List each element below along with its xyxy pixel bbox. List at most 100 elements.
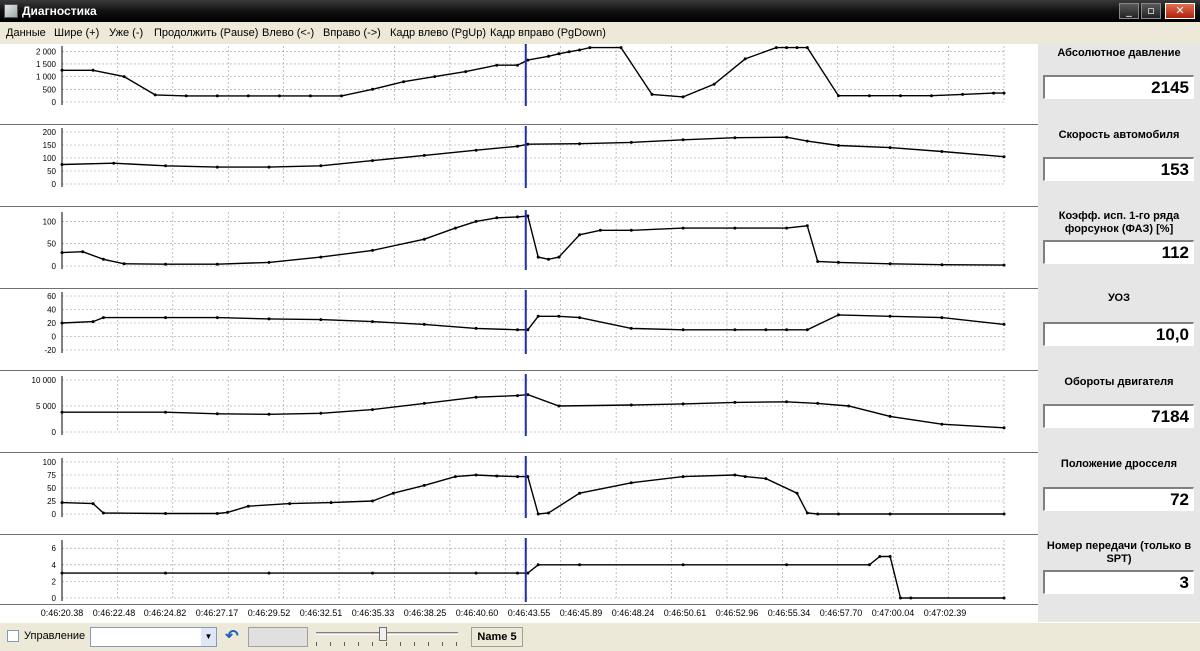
data-point [629,326,633,330]
time-tick-label: 0:46:55.34 [767,608,811,618]
data-point [878,555,882,558]
data-point [805,46,809,50]
series-line [61,474,1004,515]
data-point [60,163,64,166]
time-tick-label: 0:46:20.38 [40,608,84,618]
y-tick-label: 25 [47,497,56,506]
data-point [816,512,820,516]
data-point [681,328,685,332]
menu-continue-pause[interactable]: Продолжить (Pause) [154,27,258,39]
y-tick-label: 4 [52,561,57,570]
data-point [516,475,519,479]
data-point [805,224,809,228]
panel-title-speed: Скорость автомобиля [1058,129,1180,141]
data-point [60,68,64,72]
data-point [578,316,582,320]
maximize-button[interactable]: ▫ [1141,3,1161,19]
data-point [246,504,250,508]
y-tick-label: 100 [43,458,57,467]
data-point [888,146,892,150]
charts-svg[interactable]: 05001 0001 5002 000050100150200050100-20… [0,44,1038,622]
title-bar[interactable]: Диагностика _ ▫ ✕ [0,0,1200,22]
data-point [1002,596,1006,600]
data-point [888,414,892,418]
data-point [453,475,457,479]
y-tick-label: 150 [43,141,57,150]
data-point [547,54,550,58]
data-point [267,165,271,169]
data-point [516,571,519,575]
menu-wider[interactable]: Шире (+) [54,27,99,39]
data-point [836,94,840,98]
data-point [60,571,64,575]
data-point [495,216,499,220]
data-point [402,80,406,84]
data-point [1002,512,1006,516]
data-point [578,491,582,495]
menu-frame-left[interactable]: Кадр влево (PgUp) [390,27,486,39]
data-point [164,164,167,168]
time-tick-label: 0:46:27.17 [195,608,239,618]
panel-value-gear: 3 [1043,570,1194,594]
data-point [743,57,747,61]
y-tick-label: 50 [47,484,56,493]
slider-thumb[interactable] [379,627,387,641]
data-point [940,150,944,153]
data-point [433,75,437,79]
data-point [60,410,64,414]
y-tick-label: 10 000 [32,376,57,385]
panel-title-rpm: Обороты двигателя [1064,376,1174,388]
panel-title-gear: Номер передачи (только в SPT) [1046,540,1192,565]
position-slider[interactable] [316,627,458,647]
data-point [215,316,219,320]
time-tick-label: 0:46:48.24 [611,608,655,618]
menu-left[interactable]: Влево (<-) [262,27,314,39]
undo-arrow-icon[interactable]: ↶ [222,627,242,647]
channel-combo[interactable]: ▼ [90,627,217,647]
y-tick-label: 0 [52,428,57,437]
data-point [785,46,789,50]
data-point [464,70,468,74]
menu-narrower[interactable]: Уже (-) [109,27,143,39]
slider-track[interactable] [316,632,458,635]
minimize-button[interactable]: _ [1119,3,1139,19]
panel-value-injector-duty: 112 [1043,240,1194,264]
data-point [474,148,478,152]
data-point [785,400,789,404]
bottom-toolbar: Управление ▼ ↶ Name 5 [0,622,1200,651]
data-point [940,422,944,426]
y-tick-label: 5 000 [36,402,57,411]
data-point [267,317,271,321]
data-point [888,314,892,318]
data-point [516,215,519,219]
panel-title-ignition-timing: УОЗ [1107,292,1131,304]
data-point [422,401,426,405]
menu-right[interactable]: Вправо (->) [323,27,381,39]
menu-data[interactable]: Данные [6,27,46,39]
y-tick-label: 1 000 [36,73,57,82]
close-button[interactable]: ✕ [1165,3,1195,19]
data-point [391,491,395,495]
chevron-down-icon[interactable]: ▼ [201,628,216,646]
data-point [474,219,478,223]
data-point [557,255,561,259]
data-point [371,499,374,503]
data-point [785,328,789,332]
data-point [909,596,913,600]
y-tick-label: 50 [47,240,56,249]
data-point [81,250,85,254]
series-line [61,314,1005,331]
time-tick-label: 0:47:02.39 [923,608,967,618]
panel-title-pressure: Абсолютное давление [1057,47,1181,59]
panel-title-throttle: Положение дросселя [1060,458,1178,470]
data-point [930,94,933,98]
data-point [536,314,540,318]
data-point [681,95,685,99]
data-point [153,93,157,97]
y-tick-label: -20 [44,346,56,355]
data-point [836,313,840,317]
control-checkbox[interactable] [7,630,19,642]
data-point [764,328,768,332]
menu-frame-right[interactable]: Кадр вправо (PgDown) [490,27,606,39]
time-tick-label: 0:47:00.04 [871,608,915,618]
